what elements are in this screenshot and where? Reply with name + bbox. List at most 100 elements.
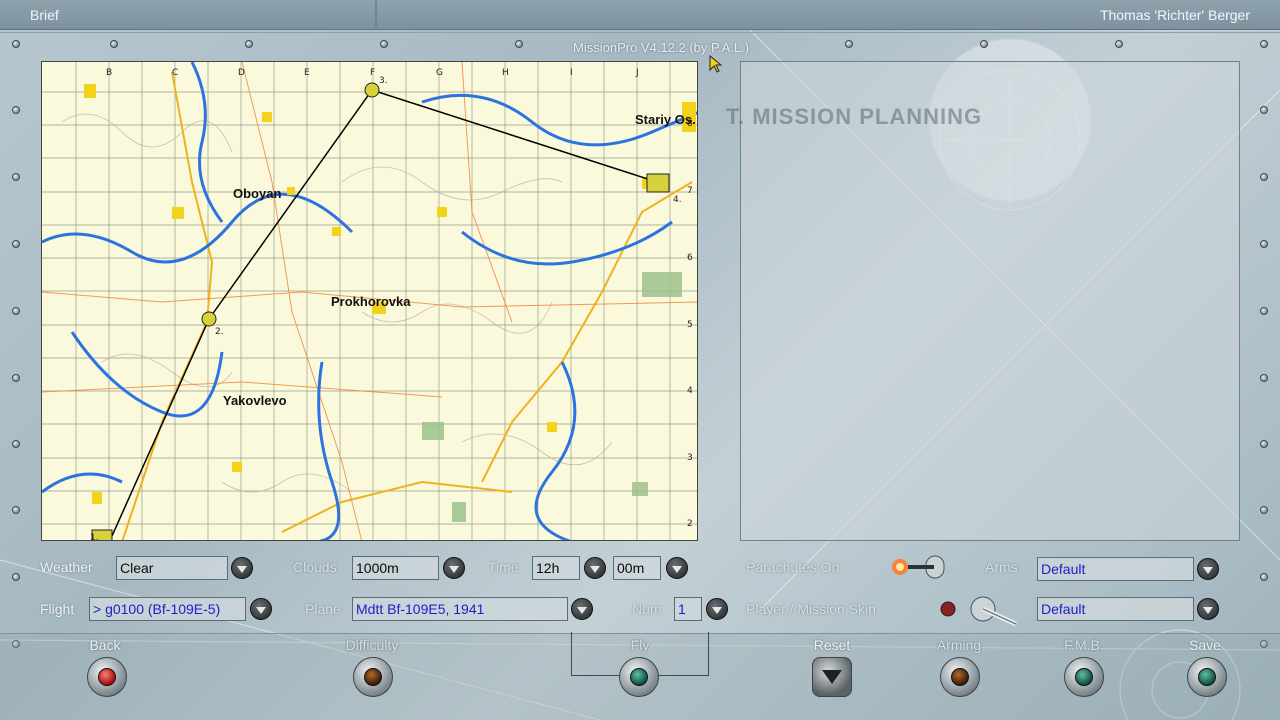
map-column-label: H	[502, 68, 509, 78]
chevron-down-icon[interactable]	[1197, 558, 1219, 580]
screw-icon	[980, 40, 988, 48]
difficulty-label: Difficulty	[345, 637, 399, 653]
fly-button[interactable]	[619, 657, 659, 697]
chevron-down-icon[interactable]	[666, 557, 688, 579]
skin-label: Player / Mission Skin	[746, 601, 876, 617]
title-bar: Brief Thomas 'Richter' Berger	[0, 0, 1280, 30]
screw-icon	[1260, 106, 1268, 114]
screw-icon	[245, 40, 253, 48]
mission-map[interactable]: B C D E F G H I J 8 7 6 5 4 3 2 3. 2. 4.…	[41, 61, 698, 541]
flight-select[interactable]: > g0100 (Bf-109E-5)	[89, 597, 246, 621]
map-row-label: 6	[687, 253, 693, 263]
reset-label: Reset	[813, 637, 851, 653]
fly-label: Fly	[630, 637, 650, 653]
briefing-watermark: T. MISSION PLANNING	[726, 104, 983, 129]
screw-icon	[380, 40, 388, 48]
time-label: Time	[488, 559, 519, 575]
waypoint-label: 4.	[673, 195, 682, 205]
plane-select[interactable]: Mdtt Bf-109E5, 1941	[352, 597, 568, 621]
screw-icon	[1260, 40, 1268, 48]
screw-icon	[1115, 40, 1123, 48]
clouds-label: Clouds	[293, 559, 337, 575]
arms-select[interactable]: Default	[1037, 557, 1194, 581]
screw-icon	[515, 40, 523, 48]
map-row-label: 4	[687, 386, 693, 396]
map-column-label: G	[436, 68, 443, 78]
num-label: Num	[632, 601, 662, 617]
screw-icon	[12, 506, 20, 514]
skin-select[interactable]: Default	[1037, 597, 1194, 621]
city-label: Prokhorovka	[331, 294, 411, 309]
chevron-down-icon[interactable]	[571, 598, 593, 620]
map-column-label: I	[570, 68, 573, 78]
screw-icon	[1260, 506, 1268, 514]
back-button[interactable]	[87, 657, 127, 697]
chevron-down-icon[interactable]	[443, 557, 465, 579]
chevron-down-icon[interactable]	[231, 557, 253, 579]
green-lamp-icon	[1075, 668, 1093, 686]
green-lamp-icon	[1198, 668, 1216, 686]
time-hour-select[interactable]: 12h	[532, 556, 580, 580]
save-label: Save	[1189, 637, 1221, 653]
plane-label: Plane	[305, 601, 341, 617]
amber-lamp-icon	[951, 668, 969, 686]
chevron-down-icon[interactable]	[250, 598, 272, 620]
map-column-label: C	[172, 68, 178, 78]
screw-icon	[1260, 240, 1268, 248]
arming-label: Arming	[936, 637, 982, 653]
skin-toggle[interactable]	[938, 594, 1022, 628]
clouds-select[interactable]: 1000m	[352, 556, 439, 580]
flight-label: Flight	[40, 601, 75, 617]
waypoint-label: 3.	[379, 76, 388, 86]
screw-icon	[845, 40, 853, 48]
red-lamp-icon	[98, 668, 116, 686]
screw-icon	[1260, 173, 1268, 181]
screw-icon	[12, 240, 20, 248]
screw-icon	[12, 307, 20, 315]
map-row-label: 5	[687, 320, 693, 330]
map-column-label: E	[304, 68, 310, 78]
weather-select[interactable]: Clear	[116, 556, 228, 580]
triangle-down-icon	[822, 670, 842, 684]
waypoint-label: 1.	[90, 533, 99, 541]
difficulty-button[interactable]	[353, 657, 393, 697]
arms-label: Arms	[985, 559, 1018, 575]
map-row-label: 7	[687, 186, 693, 196]
back-label: Back	[89, 637, 121, 653]
screw-icon	[1260, 307, 1268, 315]
pilot-name: Thomas 'Richter' Berger	[1099, 7, 1250, 23]
pointer-cursor-icon	[709, 55, 723, 73]
title-separator	[375, 0, 377, 30]
map-row-label: 3	[687, 453, 693, 463]
map-column-label: F	[370, 68, 375, 78]
time-minute-select[interactable]: 00m	[613, 556, 661, 580]
chevron-down-icon[interactable]	[1197, 598, 1219, 620]
num-select[interactable]: 1	[674, 597, 702, 621]
screw-icon	[12, 173, 20, 181]
fmb-button[interactable]	[1064, 657, 1104, 697]
save-button[interactable]	[1187, 657, 1227, 697]
waypoint-label: 2.	[215, 327, 224, 337]
version-label: MissionPro V4.12.2 (by P.A.L.)	[573, 40, 750, 55]
chevron-down-icon[interactable]	[706, 598, 728, 620]
parachutes-label: Parachutes On	[746, 559, 840, 575]
chevron-down-icon[interactable]	[584, 557, 606, 579]
arming-button[interactable]	[940, 657, 980, 697]
parachutes-toggle[interactable]	[888, 552, 948, 582]
map-column-label: D	[238, 68, 245, 78]
screen-title: Brief	[30, 7, 59, 23]
screw-icon	[12, 106, 20, 114]
screw-icon	[12, 440, 20, 448]
reset-button[interactable]	[812, 657, 852, 697]
map-column-label: J	[635, 68, 639, 78]
briefing-panel: Stariy Os. T. MISSION PLANNING	[635, 61, 1240, 541]
city-label: Yakovlevo	[223, 393, 287, 408]
screw-icon	[1260, 374, 1268, 382]
screw-icon	[12, 573, 20, 581]
city-label: Stariy Os.	[635, 112, 696, 127]
amber-lamp-icon	[364, 668, 382, 686]
screw-icon	[1260, 440, 1268, 448]
screw-icon	[110, 40, 118, 48]
fmb-label: F.M.B.	[1064, 637, 1104, 653]
screw-icon	[12, 374, 20, 382]
